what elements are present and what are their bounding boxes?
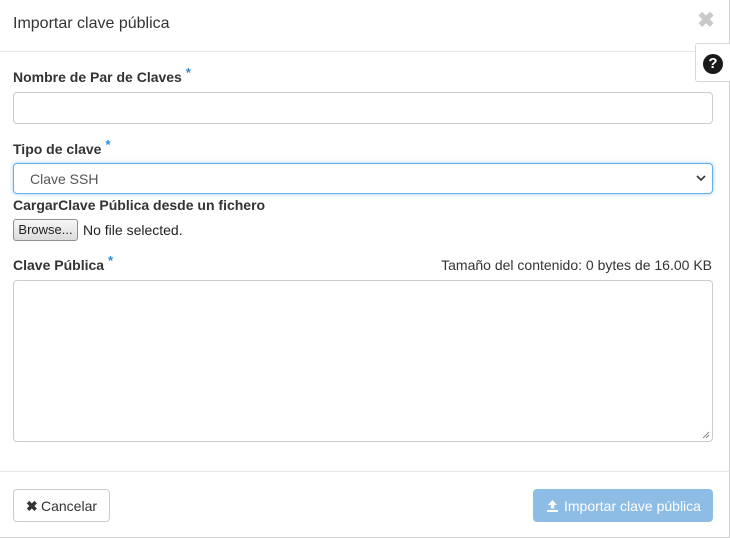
key-type-label: Tipo de clave * [13, 137, 111, 157]
required-marker: * [108, 253, 114, 268]
chevron-down-icon [696, 175, 706, 182]
upload-file-label: CargarClave Pública desde un fichero [13, 197, 266, 213]
modal-header: Importar clave pública ✖ [0, 0, 730, 52]
upload-icon [547, 500, 558, 512]
cancel-button[interactable]: ✖ Cancelar [13, 489, 110, 522]
public-key-label: Clave Pública * [13, 253, 114, 273]
modal-title: Importar clave pública [13, 15, 170, 32]
key-type-selected-value: Clave SSH [30, 171, 99, 187]
public-key-textarea[interactable] [13, 280, 713, 442]
content-size-info: Tamaño del contenido: 0 bytes de 16.00 K… [441, 257, 712, 273]
help-button[interactable]: ? [695, 43, 730, 82]
close-icon[interactable]: ✖ [696, 10, 716, 32]
import-public-key-button[interactable]: Importar clave pública [533, 489, 713, 522]
modal-footer: ✖ Cancelar Importar clave pública [0, 471, 730, 538]
import-public-key-modal: Importar clave pública ✖ ? Nombre de Par… [0, 0, 730, 538]
import-button-label: Importar clave pública [564, 498, 701, 514]
required-marker: * [185, 65, 191, 80]
cancel-button-label: Cancelar [41, 498, 98, 514]
question-circle-icon: ? [703, 54, 723, 74]
file-status-text: No file selected. [83, 222, 183, 238]
resize-grip-icon[interactable] [701, 430, 710, 439]
x-icon: ✖ [26, 498, 38, 514]
keypair-name-label: Nombre de Par de Claves * [13, 65, 191, 85]
keypair-name-input[interactable] [13, 92, 713, 124]
key-type-select[interactable]: Clave SSH [13, 163, 713, 194]
browse-button[interactable]: Browse... [13, 219, 78, 241]
required-marker: * [105, 137, 111, 152]
